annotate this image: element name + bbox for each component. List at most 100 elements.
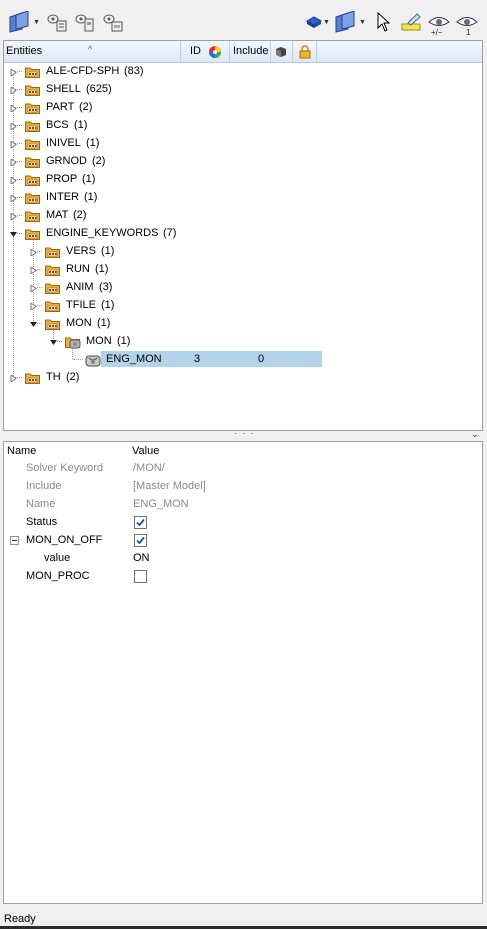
properties-panel: Name Value Solver Keyword /MON/ Include … (3, 441, 483, 904)
collapsed-arrow-icon[interactable] (10, 175, 17, 185)
expanded-arrow-icon[interactable] (10, 229, 17, 237)
column-include-header[interactable]: Include (231, 41, 271, 62)
expanded-arrow-icon[interactable] (50, 337, 57, 345)
chevron-down-icon: ▼ (33, 18, 40, 26)
entity-selector-icon (335, 11, 355, 33)
collapse-icon[interactable]: ⌄ (471, 429, 479, 440)
tree-row-inter[interactable]: INTER (1) (4, 189, 482, 207)
tree-row-label: ALE-CFD-SPH (46, 65, 120, 77)
collapsed-arrow-icon[interactable] (10, 85, 17, 95)
collapsed-arrow-icon[interactable] (10, 121, 17, 131)
entity-include-cell: 0 (258, 353, 265, 365)
entity-name-field[interactable]: ENG_MON (133, 498, 189, 510)
column-id-label: ID (190, 45, 201, 57)
tree-row-run[interactable]: RUN (1) (4, 261, 482, 279)
tree-row-engine-keywords[interactable]: ENGINE_KEYWORDS (7) (4, 225, 482, 243)
tree-row-inivel[interactable]: INIVEL (1) (4, 135, 482, 153)
color-wheel-icon (209, 46, 221, 58)
tree-row-mon[interactable]: MON (1) (4, 333, 482, 351)
tree-row-vers[interactable]: VERS (1) (4, 243, 482, 261)
property-row-mon-on-off: MON_ON_OFF (4, 531, 482, 549)
tree-row-tfile[interactable]: TFILE (1) (4, 297, 482, 315)
tree-row-ale-cfd-sph[interactable]: ALE-CFD-SPH (83) (4, 63, 482, 81)
tree-row-label: MON (86, 335, 112, 347)
tree-row-part[interactable]: PART (2) (4, 99, 482, 117)
collapsed-arrow-icon[interactable] (30, 301, 37, 311)
collapsed-arrow-icon[interactable] (10, 211, 17, 221)
lock-icon (299, 45, 311, 59)
tree-row-bcs[interactable]: BCS (1) (4, 117, 482, 135)
collapsed-arrow-icon[interactable] (10, 373, 17, 383)
folder-icon (25, 66, 40, 81)
property-name: Include (26, 480, 62, 492)
include-view-button[interactable] (100, 10, 124, 34)
collapsed-arrow-icon[interactable] (30, 265, 37, 275)
tree-row-th[interactable]: TH (2) (4, 369, 482, 387)
isolate-sublabel: 1 (466, 28, 471, 37)
property-row-include: Include [Master Model] (4, 477, 482, 495)
column-entities-header[interactable]: Entities ^ (4, 41, 181, 62)
status-checkbox[interactable] (134, 516, 147, 529)
tree-row-label: MON (66, 317, 92, 329)
tree-row-label: TH (46, 371, 61, 383)
model-view-button[interactable] (44, 10, 68, 34)
tree-row-eng-mon[interactable]: ENG_MON 3 0 (4, 351, 482, 369)
mon-on-off-checkbox[interactable] (134, 534, 147, 547)
entity-selector-button[interactable]: ▼ (8, 10, 40, 34)
select-pointer-button[interactable] (376, 10, 390, 34)
tree-row-anim[interactable]: ANIM (3) (4, 279, 482, 297)
property-value: /MON/ (133, 462, 165, 474)
column-id-header[interactable]: ID (182, 41, 230, 62)
property-row-mon-proc: MON_PROC (4, 567, 482, 585)
property-name: Name (26, 498, 56, 510)
panel-splitter[interactable]: · · · ⌄ (0, 428, 487, 441)
folder-icon (25, 138, 40, 153)
column-lock-header[interactable] (293, 41, 317, 62)
tree-row-grnod[interactable]: GRNOD (2) (4, 153, 482, 171)
collapsed-arrow-icon[interactable] (10, 157, 17, 167)
folder-icon (45, 300, 60, 315)
tree-body: ALE-CFD-SPH (83) SHELL (625) PART (2) BCS (1) IN… (4, 63, 482, 430)
splitter-grip-icon: · · · (234, 428, 255, 439)
tree-row-count: (1) (74, 119, 88, 131)
tree-row-label: ENGINE_KEYWORDS (46, 227, 159, 239)
property-name: Solver Keyword (26, 462, 104, 474)
tree-row-shell[interactable]: SHELL (625) (4, 81, 482, 99)
mon-proc-checkbox[interactable] (134, 570, 147, 583)
collapsed-arrow-icon[interactable] (10, 103, 17, 113)
property-row-name[interactable]: Name ENG_MON (4, 495, 482, 513)
solid-shading-button[interactable]: ▼ (306, 10, 330, 34)
component-view-button[interactable] (72, 10, 96, 34)
isolate-icon (456, 17, 478, 26)
folder-icon (25, 228, 40, 243)
tree-row-label: TFILE (66, 299, 96, 311)
property-name: value (44, 552, 71, 564)
entity-id-cell: 3 (194, 353, 201, 365)
component-view-icon (75, 14, 94, 32)
highlight-button[interactable] (400, 10, 422, 34)
tree-row-mat[interactable]: MAT (2) (4, 207, 482, 225)
collapsed-arrow-icon[interactable] (30, 247, 37, 257)
tree-row-prop[interactable]: PROP (1) (4, 171, 482, 189)
expanded-arrow-icon[interactable] (30, 319, 37, 327)
tree-row-label: VERS (66, 245, 96, 257)
folder-icon (25, 84, 40, 99)
property-row-solver-keyword: Solver Keyword /MON/ (4, 459, 482, 477)
collapsed-arrow-icon[interactable] (30, 283, 37, 293)
show-hide-icon (428, 17, 450, 26)
tree-row-mon[interactable]: MON (1) (4, 315, 482, 333)
folder-icon (25, 156, 40, 171)
checkmark-icon (136, 518, 145, 527)
monitor-entity-icon (85, 354, 102, 370)
tree-row-label: INIVEL (46, 137, 81, 149)
collapsed-arrow-icon[interactable] (10, 139, 17, 149)
entity-selector-right-button[interactable]: ▼ (334, 10, 366, 34)
property-row-value: value ON (4, 549, 482, 567)
collapsed-arrow-icon[interactable] (10, 193, 17, 203)
include-view-icon (103, 14, 123, 32)
tree-row-count: (2) (79, 101, 93, 113)
column-shading-header[interactable] (271, 41, 293, 62)
monitor-folder-icon (65, 336, 82, 352)
collapsed-arrow-icon[interactable] (10, 67, 17, 77)
collapse-group-icon[interactable] (10, 536, 19, 545)
